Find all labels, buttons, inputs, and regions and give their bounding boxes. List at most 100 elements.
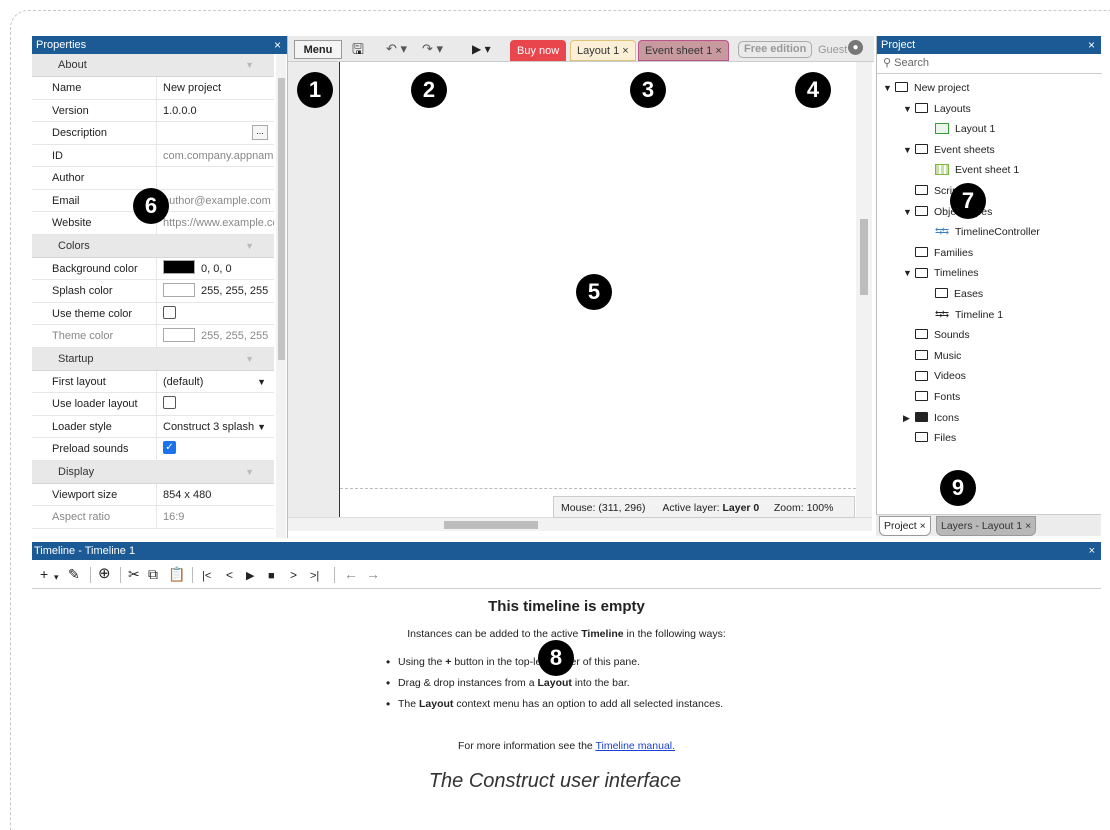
- property-checkbox[interactable]: ✓: [163, 441, 176, 455]
- cut-icon[interactable]: ✂: [128, 567, 140, 581]
- property-value-cell[interactable]: 0, 0, 0: [156, 257, 274, 280]
- collapse-icon[interactable]: ▼: [245, 348, 254, 371]
- add-icon[interactable]: +: [40, 567, 48, 581]
- tab-project[interactable]: Project ×: [879, 516, 931, 536]
- properties-section-header[interactable]: Startup ▼: [32, 347, 274, 371]
- go-to-start-icon[interactable]: |<: [202, 569, 211, 583]
- property-value-cell[interactable]: author@example.com: [156, 189, 274, 212]
- buy-now-button[interactable]: Buy now: [510, 40, 567, 61]
- project-close-icon[interactable]: ×: [1088, 36, 1095, 54]
- expand-arrow-icon[interactable]: ▼: [903, 207, 913, 217]
- property-value-cell[interactable]: (default) ▼: [156, 370, 274, 393]
- property-value-cell[interactable]: ▶854 x 480: [156, 483, 274, 506]
- tab-close-icon[interactable]: ×: [920, 520, 926, 532]
- property-value-cell[interactable]: ...: [156, 122, 274, 144]
- tree-item[interactable]: Eases: [923, 288, 983, 300]
- ellipsis-button[interactable]: ...: [252, 125, 268, 140]
- back-arrow-icon[interactable]: ←: [344, 567, 358, 581]
- collapse-arrow-icon[interactable]: ▶: [903, 413, 913, 424]
- property-value-cell[interactable]: [156, 167, 274, 189]
- step-back-icon[interactable]: <: [226, 568, 233, 582]
- go-to-end-icon[interactable]: >|: [310, 569, 319, 583]
- property-key: Background color: [52, 262, 138, 275]
- layout-vertical-scrollbar[interactable]: [856, 62, 872, 528]
- timeline-manual-link[interactable]: Timeline manual.: [595, 740, 675, 752]
- timeline-close-icon[interactable]: ×: [1089, 542, 1095, 560]
- tree-item[interactable]: ▼ Timelines: [903, 267, 979, 279]
- vertical-scroll-thumb[interactable]: [860, 219, 868, 295]
- tab-close-icon[interactable]: ×: [622, 45, 628, 57]
- layout-horizontal-scrollbar[interactable]: [288, 517, 872, 531]
- tree-item[interactable]: Sounds: [903, 329, 970, 341]
- expand-arrow-icon[interactable]: ▼: [883, 83, 893, 93]
- horizontal-scroll-thumb[interactable]: [444, 521, 538, 529]
- tree-item[interactable]: ⇆⇆ Timeline 1: [923, 309, 1003, 321]
- tab-close-icon[interactable]: ×: [1025, 520, 1031, 532]
- tab-event-sheet-1[interactable]: Event sheet 1 ×: [638, 40, 729, 61]
- tree-item[interactable]: Music: [903, 350, 961, 362]
- tree-item[interactable]: Files: [903, 432, 956, 444]
- property-value-cell[interactable]: 1.0.0.0: [156, 99, 274, 122]
- tree-item[interactable]: Families: [903, 247, 973, 259]
- tree-item[interactable]: Fonts: [903, 391, 960, 403]
- property-value-cell[interactable]: ✓: [156, 438, 274, 460]
- save-icon[interactable]: 🖫: [352, 40, 364, 59]
- property-value-cell[interactable]: com.company.appname: [156, 144, 274, 167]
- project-search-input[interactable]: ⚲ Search: [877, 54, 1102, 74]
- property-checkbox[interactable]: [163, 396, 176, 410]
- add-circle-icon[interactable]: ⊕: [98, 566, 111, 581]
- color-swatch[interactable]: [163, 282, 195, 297]
- collapse-icon[interactable]: ▼: [245, 235, 254, 258]
- color-swatch[interactable]: [163, 327, 195, 342]
- undo-icon[interactable]: ↶ ▾: [386, 40, 407, 59]
- edit-icon[interactable]: ✎: [68, 567, 80, 581]
- user-icon[interactable]: ●: [848, 40, 863, 55]
- collapse-icon[interactable]: ▼: [245, 54, 254, 77]
- tab-layers[interactable]: Layers - Layout 1 ×: [936, 516, 1037, 536]
- properties-close-icon[interactable]: ×: [274, 36, 281, 54]
- tree-item[interactable]: Videos: [903, 370, 966, 382]
- property-value-cell[interactable]: 16:9: [156, 506, 274, 528]
- step-forward-icon[interactable]: >: [290, 568, 297, 582]
- play-icon[interactable]: ▶ ▾: [472, 40, 491, 59]
- redo-icon[interactable]: ↷ ▾: [422, 40, 443, 59]
- tree-item[interactable]: ▼ New project: [883, 82, 969, 94]
- tree-item[interactable]: ▶ Icons: [903, 412, 959, 424]
- property-value-cell[interactable]: Construct 3 splash ▼: [156, 415, 274, 438]
- tree-item[interactable]: ⇆⇆ TimelineController: [923, 226, 1040, 238]
- copy-icon[interactable]: ⧉: [148, 567, 158, 581]
- properties-section-header[interactable]: Display ▼: [32, 460, 274, 484]
- forward-arrow-icon[interactable]: →: [366, 567, 380, 581]
- expand-arrow-icon[interactable]: ▼: [903, 104, 913, 114]
- tree-item[interactable]: ▼ Layouts: [903, 103, 971, 115]
- properties-section-header[interactable]: Colors ▼: [32, 234, 274, 258]
- property-value-cell[interactable]: https://www.example.com: [156, 212, 274, 234]
- expand-arrow-icon[interactable]: ▼: [903, 145, 913, 155]
- menu-button[interactable]: Menu: [294, 40, 342, 59]
- property-value-cell[interactable]: 255, 255, 255: [156, 280, 274, 302]
- paste-icon[interactable]: 📋: [168, 567, 185, 581]
- property-value-cell[interactable]: 255, 255, 255: [156, 325, 274, 347]
- dropdown-arrow-icon[interactable]: ▼: [257, 371, 266, 393]
- add-dropdown-icon[interactable]: ▾: [54, 570, 59, 584]
- play-icon[interactable]: ▶: [246, 569, 254, 583]
- dropdown-arrow-icon[interactable]: ▼: [257, 416, 266, 438]
- tab-close-icon[interactable]: ×: [715, 45, 721, 57]
- guest-label[interactable]: Guest: [818, 41, 847, 60]
- properties-scrollbar[interactable]: [276, 54, 286, 538]
- property-checkbox[interactable]: [163, 305, 176, 319]
- properties-section-header[interactable]: About ▼: [32, 54, 274, 77]
- color-swatch[interactable]: [163, 260, 195, 275]
- tree-item[interactable]: Layout 1: [923, 122, 995, 135]
- collapse-icon[interactable]: ▼: [245, 461, 254, 484]
- properties-scroll-thumb[interactable]: [278, 78, 285, 360]
- property-value-cell[interactable]: New project: [156, 77, 274, 99]
- tab-layout-1[interactable]: Layout 1 ×: [570, 40, 636, 61]
- expand-arrow-icon[interactable]: ▼: [903, 268, 913, 278]
- property-value-cell[interactable]: [156, 393, 274, 415]
- tree-item[interactable]: Event sheet 1: [923, 164, 1019, 176]
- free-edition-badge[interactable]: Free edition: [738, 41, 813, 58]
- tree-item[interactable]: ▼ Event sheets: [903, 144, 995, 156]
- stop-icon[interactable]: ■: [268, 569, 275, 583]
- property-value-cell[interactable]: [156, 302, 274, 325]
